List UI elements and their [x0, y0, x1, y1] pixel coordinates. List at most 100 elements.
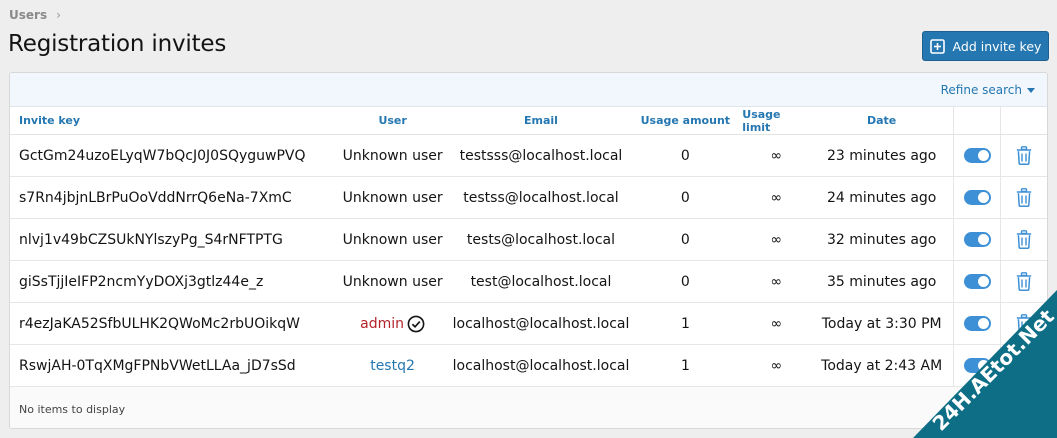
user-cell: Unknown user	[332, 135, 454, 176]
toggle-cell	[953, 135, 1000, 176]
delete-cell	[1000, 135, 1047, 176]
delete-cell	[1000, 219, 1047, 260]
toggle-knob	[977, 360, 989, 371]
col-header-toggle	[953, 107, 1000, 134]
enable-toggle[interactable]	[963, 190, 991, 205]
table-row: RswjAH-0TqXMgFPNbVWetLLAa_jD7sSd testq2 lo…	[10, 345, 1047, 387]
usage-limit-cell: ∞	[770, 189, 783, 206]
delete-cell	[1000, 303, 1047, 344]
delete-cell	[1000, 345, 1047, 386]
table-footer: No items to display	[10, 387, 1047, 428]
usage-limit-cell: ∞	[770, 357, 783, 374]
invite-key-cell[interactable]: nlvj1v49bCZSUkNYlszyPg_S4rNFTPTG	[10, 219, 332, 260]
usage-limit-cell: ∞	[770, 231, 783, 248]
user-name: Unknown user	[342, 147, 443, 164]
col-header-invite-key[interactable]: Invite key	[10, 107, 332, 134]
user-name: Unknown user	[342, 189, 443, 206]
date-cell: 32 minutes ago	[826, 231, 937, 248]
trash-icon[interactable]	[1016, 314, 1032, 333]
date-cell: 24 minutes ago	[826, 189, 937, 206]
filter-bar: Refine search	[10, 73, 1047, 107]
col-header-date[interactable]: Date	[810, 107, 953, 134]
date-cell: Today at 2:43 AM	[821, 357, 943, 374]
usage-limit-cell: ∞	[770, 315, 783, 332]
col-header-usage-limit[interactable]: Usage limit	[742, 107, 810, 134]
invite-key-cell[interactable]: r4ezJaKA52SfbULHK2QWoMc2rbUOikqW	[10, 303, 332, 344]
check-circle-icon	[407, 315, 425, 333]
col-header-delete	[1000, 107, 1047, 134]
chevron-right-icon: ›	[56, 8, 61, 22]
enable-toggle[interactable]	[963, 232, 991, 247]
col-header-usage-amount[interactable]: Usage amount	[628, 107, 742, 134]
toggle-cell	[953, 261, 1000, 302]
col-header-user[interactable]: User	[332, 107, 454, 134]
add-invite-key-label: Add invite key	[952, 38, 1042, 54]
enable-toggle[interactable]	[963, 316, 991, 331]
trash-icon[interactable]	[1016, 146, 1032, 165]
usage-amount-cell: 1	[680, 357, 690, 374]
trash-icon[interactable]	[1016, 356, 1032, 375]
email-cell: testss@localhost.local	[463, 189, 619, 206]
invites-table-block: Refine search Invite key User Email Usag…	[9, 72, 1048, 429]
date-cell: 35 minutes ago	[826, 273, 937, 290]
table-header: Invite key User Email Usage amount Usage…	[10, 107, 1047, 135]
delete-cell	[1000, 177, 1047, 218]
toggle-knob	[977, 234, 989, 245]
plus-square-icon	[929, 38, 945, 54]
date-cell: 23 minutes ago	[826, 147, 937, 164]
table-row: s7Rn4jbjnLBrPuOoVddNrrQ6eNa-7XmC Unknown …	[10, 177, 1047, 219]
email-cell: localhost@localhost.local	[452, 315, 630, 332]
user-name: Unknown user	[342, 273, 443, 290]
usage-amount-cell: 0	[680, 273, 690, 290]
user-cell: Unknown user	[332, 219, 454, 260]
email-cell: test@localhost.local	[470, 273, 612, 290]
page-title: Registration invites	[8, 31, 227, 57]
email-cell: testsss@localhost.local	[459, 147, 623, 164]
email-cell: localhost@localhost.local	[452, 357, 630, 374]
table-row: nlvj1v49bCZSUkNYlszyPg_S4rNFTPTG Unknown …	[10, 219, 1047, 261]
email-cell: tests@localhost.local	[466, 231, 616, 248]
table-row: giSsTjjIeIFP2ncmYyDOXj3gtlz44e_z Unknown …	[10, 261, 1047, 303]
usage-amount-cell: 1	[680, 315, 690, 332]
enable-toggle[interactable]	[963, 358, 991, 373]
toggle-cell	[953, 177, 1000, 218]
refine-search-label: Refine search	[940, 82, 1022, 97]
toggle-knob	[977, 318, 989, 329]
user-cell: admin	[332, 303, 454, 344]
usage-limit-cell: ∞	[770, 273, 783, 290]
user-name[interactable]: testq2	[370, 358, 415, 374]
table-body: GctGm24uzoELyqW7bQcJ0J0SQyguwPVQ Unknown …	[10, 135, 1047, 387]
date-cell: Today at 3:30 PM	[821, 315, 942, 332]
user-cell: Unknown user	[332, 261, 454, 302]
toggle-knob	[977, 150, 989, 161]
delete-cell	[1000, 261, 1047, 302]
toggle-cell	[953, 303, 1000, 344]
usage-limit-cell: ∞	[770, 147, 783, 164]
refine-search-link[interactable]: Refine search	[941, 83, 1035, 97]
table-row: r4ezJaKA52SfbULHK2QWoMc2rbUOikqW admin loc…	[10, 303, 1047, 345]
caret-down-icon	[1027, 87, 1035, 93]
usage-amount-cell: 0	[680, 231, 690, 248]
usage-amount-cell: 0	[680, 189, 690, 206]
invite-key-cell[interactable]: s7Rn4jbjnLBrPuOoVddNrrQ6eNa-7XmC	[10, 177, 332, 218]
user-name[interactable]: admin	[360, 316, 404, 332]
col-header-email[interactable]: Email	[454, 107, 629, 134]
invite-key-cell[interactable]: giSsTjjIeIFP2ncmYyDOXj3gtlz44e_z	[10, 261, 332, 302]
toggle-cell	[953, 219, 1000, 260]
toggle-knob	[977, 276, 989, 287]
user-cell: Unknown user	[332, 177, 454, 218]
table-row: GctGm24uzoELyqW7bQcJ0J0SQyguwPVQ Unknown …	[10, 135, 1047, 177]
toggle-cell	[953, 345, 1000, 386]
breadcrumb-item-users[interactable]: Users	[9, 8, 47, 22]
trash-icon[interactable]	[1016, 230, 1032, 249]
trash-icon[interactable]	[1016, 272, 1032, 291]
toggle-knob	[977, 192, 989, 203]
invite-key-cell[interactable]: GctGm24uzoELyqW7bQcJ0J0SQyguwPVQ	[10, 135, 332, 176]
invite-key-cell[interactable]: RswjAH-0TqXMgFPNbVWetLLAa_jD7sSd	[10, 345, 332, 386]
enable-toggle[interactable]	[963, 148, 991, 163]
trash-icon[interactable]	[1016, 188, 1032, 207]
add-invite-key-button[interactable]: Add invite key	[922, 31, 1049, 61]
enable-toggle[interactable]	[963, 274, 991, 289]
user-name: Unknown user	[342, 231, 443, 248]
usage-amount-cell: 0	[680, 147, 690, 164]
